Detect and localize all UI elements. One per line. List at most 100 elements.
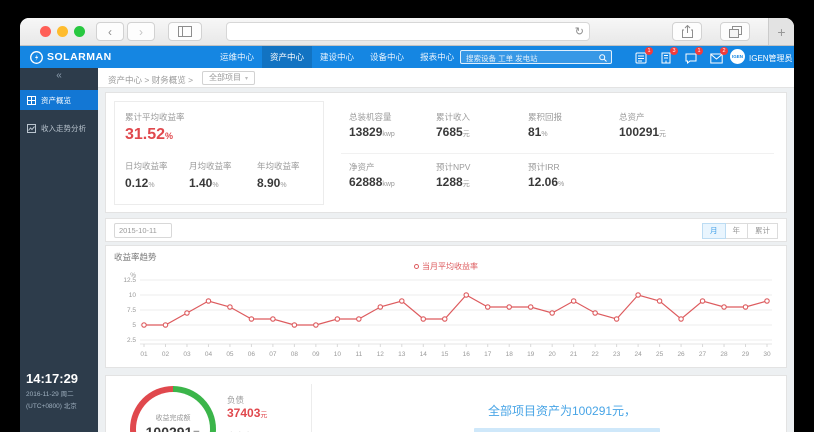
user-caret-icon: ▾: [786, 55, 790, 61]
share-button[interactable]: [672, 22, 702, 41]
svg-text:06: 06: [248, 351, 256, 358]
alerts-button[interactable]: 1: [635, 47, 653, 64]
range-button-month[interactable]: 月: [702, 223, 726, 239]
legend-dot-icon: [414, 264, 419, 270]
asset-note: 全部项目资产为100291元，: [488, 404, 637, 418]
svg-text:26: 26: [677, 351, 685, 358]
svg-text:23: 23: [613, 351, 621, 358]
breadcrumb-page[interactable]: 财务概览: [152, 75, 186, 85]
search-placeholder: 搜索设备 工单 发电站: [466, 54, 538, 63]
new-tab-button[interactable]: +: [768, 18, 794, 45]
svg-text:22: 22: [592, 351, 600, 358]
sidebar-item-label: 收入走势分析: [41, 123, 86, 133]
mail-badge: 2: [720, 47, 728, 55]
stat-value: 7685元: [436, 125, 470, 139]
org-button[interactable]: 3: [660, 47, 678, 64]
sidebar-toggle-button[interactable]: [168, 22, 202, 41]
back-button[interactable]: ‹: [96, 22, 124, 41]
svg-text:01: 01: [140, 351, 148, 358]
yield-trend-line-chart: 12.5107.552.5%01 02 03 04 05 06 07 08 09 10 11 12 13…: [123, 272, 772, 358]
svg-text:04: 04: [205, 351, 213, 358]
share-icon: [681, 25, 693, 38]
global-search-input[interactable]: 搜索设备 工单 发电站: [460, 50, 612, 64]
clock-date: 2016-11-29 周二: [26, 391, 74, 398]
svg-text:19: 19: [527, 351, 535, 358]
stat-label: 累计平均收益率: [125, 112, 185, 122]
date-picker[interactable]: 2015-10-11: [114, 223, 172, 238]
svg-text:24: 24: [634, 351, 642, 358]
address-bar[interactable]: ↻: [226, 22, 590, 41]
sidebar-icon: [178, 26, 192, 37]
minimize-window-button[interactable]: [57, 26, 68, 37]
svg-text:28: 28: [720, 351, 728, 358]
show-tabs-button[interactable]: [720, 22, 750, 41]
caret-down-icon: ▾: [245, 76, 249, 82]
breadcrumb: 资产中心 > 财务概览 >: [108, 74, 193, 86]
sidebar-clock: 14:17:29 2016-11-29 周二 (UTC+0800) 北京: [26, 371, 78, 410]
svg-text:21: 21: [570, 351, 578, 358]
svg-text:18: 18: [506, 351, 514, 358]
svg-text:25: 25: [656, 351, 664, 358]
svg-text:10: 10: [129, 292, 137, 299]
menu-item-assets[interactable]: 资产中心: [262, 46, 313, 68]
sidebar-item-income-trend[interactable]: 收入走势分析: [20, 118, 98, 138]
solarman-logo[interactable]: SOLARMAN: [30, 46, 112, 68]
stat-value: 1288元: [436, 175, 470, 189]
alerts-badge: 1: [645, 47, 653, 55]
svg-text:27: 27: [699, 351, 707, 358]
svg-text:15: 15: [441, 351, 449, 358]
svg-text:13: 13: [398, 351, 406, 358]
summary-panel: 累计平均收益率 31.52% 日均收益率 月均收益率 年均收益率 0.12% 1…: [105, 92, 787, 213]
messages-button[interactable]: 1: [685, 47, 703, 65]
browser-window: ‹ › ↻ + SOLARMAN 运维中心 资产中心 建设中心 设备中心 报表中…: [20, 18, 794, 432]
svg-text:12: 12: [377, 351, 385, 358]
org-badge: 3: [670, 47, 678, 55]
divider: [341, 153, 774, 154]
main-content: 资产中心 > 财务概览 > 全部项目 ▾ 累计平均收益率 31.52% 日均收益率…: [98, 68, 794, 432]
range-button-year[interactable]: 年: [724, 223, 748, 239]
svg-text:2.5: 2.5: [127, 337, 136, 344]
stat-value: 62888kwp: [349, 175, 395, 189]
sidebar-item-asset-overview[interactable]: 资产概览: [20, 90, 98, 110]
stat-label: 总装机容量: [349, 112, 392, 122]
liability-label: 负债: [227, 395, 245, 405]
tabs-icon: [728, 25, 742, 38]
svg-text:17: 17: [484, 351, 492, 358]
svg-text:10: 10: [334, 351, 342, 358]
mail-button[interactable]: 2: [710, 47, 728, 64]
chart-toolbar: 2015-10-11 月 年 累计: [105, 218, 787, 242]
svg-text:29: 29: [742, 351, 750, 358]
menu-item-operations[interactable]: 运维中心: [212, 46, 262, 68]
svg-text:09: 09: [312, 351, 320, 358]
sidebar-item-label: 资产概览: [41, 95, 71, 105]
menu-item-devices[interactable]: 设备中心: [362, 46, 412, 68]
refresh-icon[interactable]: ↻: [575, 25, 584, 38]
stat-label: 年均收益率: [257, 161, 300, 171]
forward-button[interactable]: ›: [127, 22, 155, 41]
avg-yield-card: 累计平均收益率 31.52% 日均收益率 月均收益率 年均收益率 0.12% 1…: [114, 101, 324, 205]
sidebar-collapse-button[interactable]: «: [20, 68, 98, 86]
search-icon: [599, 54, 607, 62]
svg-text:02: 02: [162, 351, 170, 358]
asset-liability-panel: 收益完成额 100291元 负债 37403元 净资产 全部项目资产为10029…: [105, 375, 787, 432]
chart-legend[interactable]: 当月平均收益率: [106, 261, 786, 272]
menu-item-construction[interactable]: 建设中心: [312, 46, 362, 68]
range-button-total[interactable]: 累计: [747, 223, 778, 239]
close-window-button[interactable]: [40, 26, 51, 37]
avatar[interactable]: IGEN: [730, 49, 745, 64]
solarman-logo-icon: [30, 50, 43, 64]
brand-name: SOLARMAN: [47, 51, 112, 63]
svg-text:7.5: 7.5: [127, 307, 136, 314]
breadcrumb-separator: >: [188, 75, 194, 85]
svg-text:08: 08: [291, 351, 299, 358]
stat-value: 13829kwp: [349, 125, 395, 139]
menu-item-reports[interactable]: 报表中心: [412, 46, 462, 68]
zoom-window-button[interactable]: [74, 26, 85, 37]
stat-value: 31.52%: [125, 126, 174, 143]
legend-label: 当月平均收益率: [422, 262, 478, 271]
breadcrumb-separator: >: [144, 75, 150, 85]
stat-value: 100291元: [619, 125, 667, 139]
sidebar: « 资产概览 收入走势分析 14:17:29 2016-11-29 周二 (UT…: [20, 68, 98, 432]
project-filter-dropdown[interactable]: 全部项目 ▾: [202, 71, 256, 85]
breadcrumb-section[interactable]: 资产中心: [108, 75, 142, 85]
